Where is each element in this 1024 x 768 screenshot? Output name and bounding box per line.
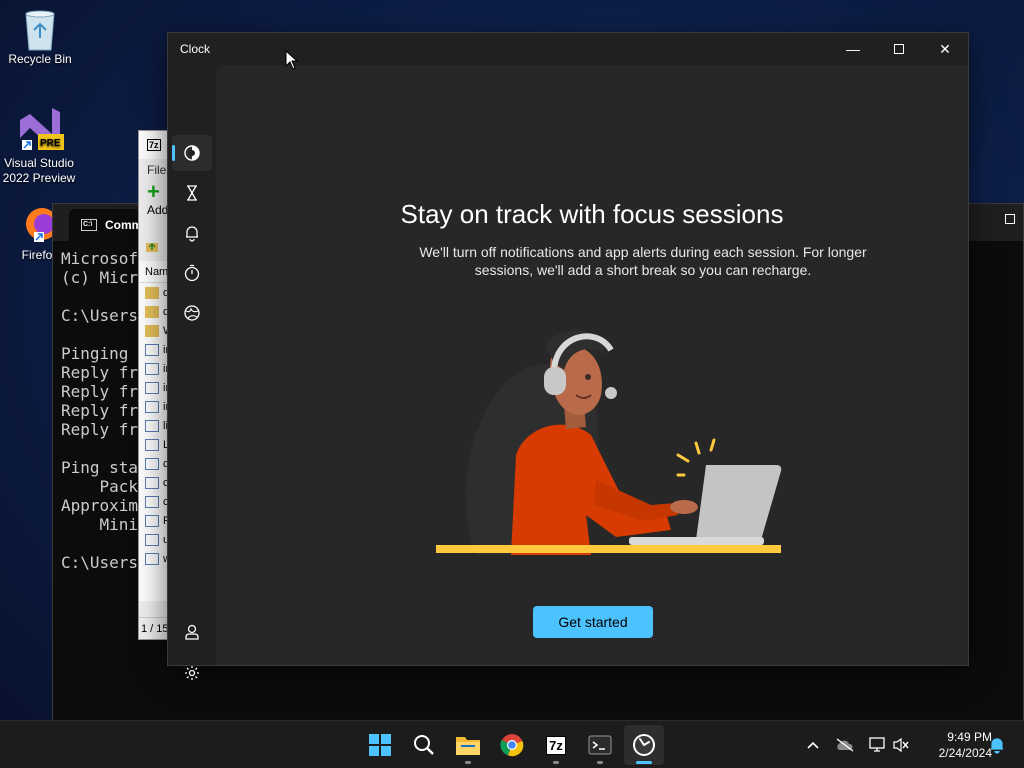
taskbar-clock[interactable]	[624, 725, 664, 765]
get-started-button[interactable]: Get started	[533, 606, 653, 638]
cmd-tab-icon: C:\	[81, 219, 97, 231]
bell-icon	[186, 226, 198, 242]
file-icon	[145, 495, 159, 508]
desktop-icon-recycle-bin[interactable]: Recycle Bin	[0, 8, 80, 67]
recycle-bin-icon	[20, 8, 60, 51]
taskbar: 7z 9:49 PM 2/24/2024	[0, 720, 1024, 768]
focus-sessions-page: Stay on track with focus sessions We'll …	[216, 65, 968, 665]
taskbar-file-explorer[interactable]	[448, 725, 488, 765]
clock-nav-rail	[168, 65, 216, 680]
nav-stopwatch[interactable]	[172, 255, 212, 291]
running-indicator	[465, 761, 471, 764]
file-icon	[145, 438, 159, 451]
tray-date: 2/24/2024	[938, 746, 992, 760]
hourglass-icon	[187, 185, 197, 201]
file-icon	[145, 457, 159, 470]
nav-account[interactable]	[172, 614, 212, 650]
chevron-up-icon	[807, 741, 819, 749]
tray-network[interactable]	[866, 721, 888, 768]
folder-icon	[456, 737, 480, 755]
7zip-taskbar-icon: 7z	[546, 735, 566, 755]
tray-clock[interactable]: 9:49 PM 2/24/2024	[916, 729, 992, 761]
gear-icon	[185, 666, 199, 680]
running-indicator	[597, 761, 603, 764]
window-title: Clock	[180, 42, 211, 56]
minimize-icon: —	[846, 41, 860, 57]
folder-up-icon[interactable]	[145, 239, 159, 256]
running-indicator	[553, 761, 559, 764]
tray-overflow-button[interactable]	[802, 721, 824, 768]
bell-icon	[991, 738, 1003, 754]
file-icon	[145, 400, 159, 413]
folder-icon	[145, 324, 159, 337]
window-controls: — ✕	[830, 33, 968, 65]
file-icon	[145, 343, 159, 356]
7zip-logo: 7z	[147, 139, 161, 151]
taskbar-terminal[interactable]	[580, 725, 620, 765]
minimize-button[interactable]: —	[830, 33, 876, 65]
tray-notifications[interactable]	[986, 721, 1008, 768]
file-icon	[145, 476, 159, 489]
taskbar-7zip[interactable]: 7z	[536, 725, 576, 765]
nav-timer[interactable]	[172, 175, 212, 211]
page-description: We'll turn off notifications and app ale…	[419, 244, 867, 278]
search-icon	[414, 735, 434, 755]
clock-window[interactable]: Clock — ✕ Stay on track with focus sessi…	[167, 32, 969, 680]
tray-time: 9:49 PM	[947, 730, 992, 744]
maximize-button[interactable]	[876, 33, 922, 65]
volume-muted-icon	[893, 737, 909, 753]
desktop-icon-label: Recycle Bin	[8, 52, 72, 66]
tray-onedrive[interactable]	[834, 721, 856, 768]
visual-studio-icon: PRE	[16, 104, 64, 152]
file-icon	[145, 362, 159, 375]
file-icon	[145, 552, 159, 565]
running-indicator	[636, 761, 652, 764]
taskbar-start-button[interactable]	[360, 725, 400, 765]
taskbar-chrome[interactable]	[492, 725, 532, 765]
maximize-icon	[894, 44, 904, 54]
tray-volume[interactable]	[890, 721, 912, 768]
globe-icon	[184, 305, 200, 321]
close-button[interactable]: ✕	[922, 33, 968, 65]
file-icon	[145, 514, 159, 527]
file-icon	[145, 381, 159, 394]
focus-icon	[184, 145, 200, 161]
file-icon	[145, 533, 159, 546]
folder-icon	[145, 305, 159, 318]
nav-alarm[interactable]	[172, 215, 212, 251]
page-title: Stay on track with focus sessions	[400, 199, 784, 229]
windows-logo-icon	[369, 734, 391, 756]
desktop-icon-visual-studio[interactable]: PRE Visual Studio 2022 Preview	[0, 104, 80, 186]
nav-settings[interactable]	[172, 655, 212, 691]
chrome-icon	[500, 734, 524, 757]
maximize-icon[interactable]	[1005, 214, 1015, 224]
stopwatch-icon	[184, 264, 200, 282]
taskbar-search-button[interactable]	[404, 725, 444, 765]
nav-world-clock[interactable]	[172, 295, 212, 331]
folder-icon	[145, 286, 159, 299]
focus-illustration	[436, 330, 782, 555]
close-icon: ✕	[939, 40, 951, 57]
user-icon	[185, 624, 199, 640]
clock-app-icon	[633, 734, 655, 756]
file-icon	[145, 419, 159, 432]
network-icon	[869, 737, 885, 752]
terminal-icon	[588, 735, 612, 755]
cloud-off-icon	[836, 738, 854, 752]
pre-badge-text: PRE	[40, 138, 61, 149]
desktop-icon-label: Visual Studio 2022 Preview	[2, 156, 76, 185]
nav-focus-sessions[interactable]	[172, 135, 212, 171]
mouse-cursor-icon	[285, 50, 299, 70]
